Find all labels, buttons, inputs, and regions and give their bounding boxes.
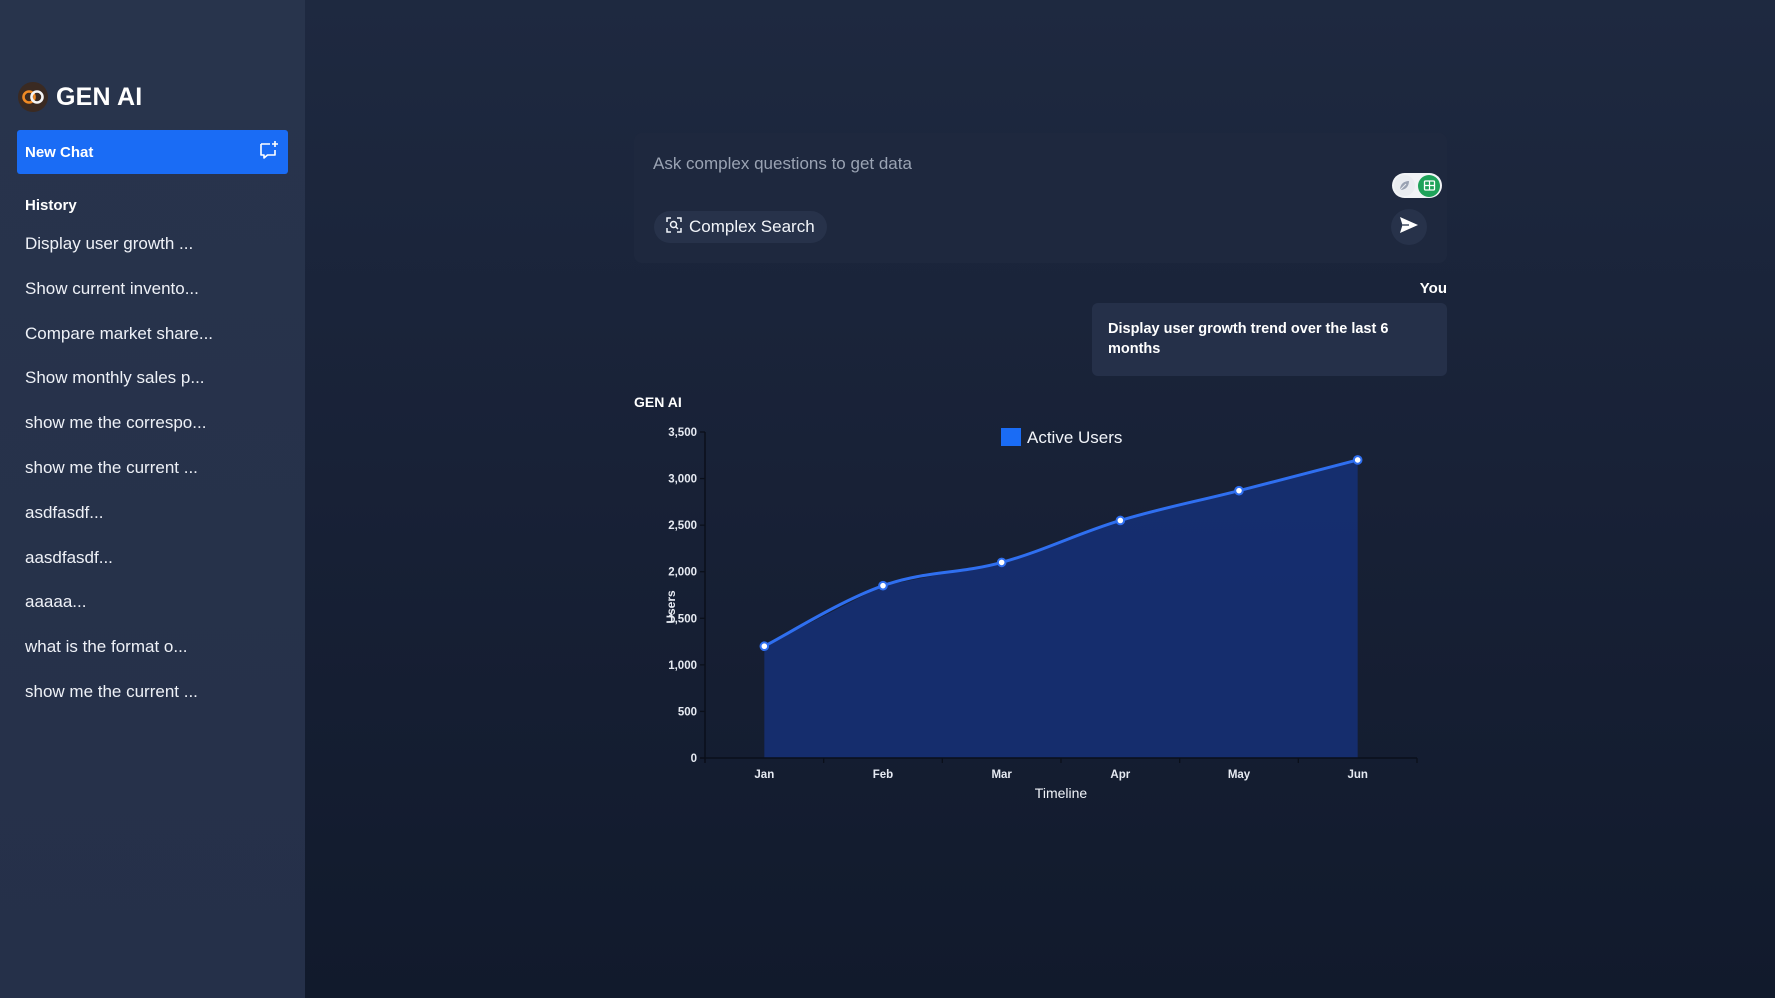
new-chat-icon [258, 139, 280, 166]
x-axis-title: Timeline [1035, 785, 1088, 801]
send-button[interactable] [1391, 209, 1427, 245]
history-item[interactable]: aasdfasdf... [25, 536, 213, 581]
y-tick-label: 0 [691, 753, 697, 765]
complex-search-button[interactable]: Complex Search [654, 211, 827, 243]
complex-search-icon [666, 216, 682, 238]
source-toggle[interactable] [1392, 173, 1442, 198]
y-tick-label: 3,500 [668, 427, 697, 439]
sheet-icon [1418, 174, 1440, 197]
history-item[interactable]: Display user growth ... [25, 222, 213, 267]
history-list: Display user growth ... Show current inv… [25, 222, 213, 715]
complex-search-label: Complex Search [689, 217, 815, 236]
x-tick-label: Feb [873, 769, 893, 781]
data-point [1115, 515, 1126, 526]
history-title: History [25, 197, 77, 214]
data-point [1352, 455, 1363, 465]
series-area [764, 459, 1358, 758]
brand: GEN AI [18, 82, 142, 112]
data-point [996, 557, 1007, 568]
history-item[interactable]: Compare market share... [25, 312, 213, 357]
history-item[interactable]: show me the current ... [25, 670, 213, 715]
history-item[interactable]: asdfasdf... [25, 491, 213, 536]
y-tick-label: 500 [678, 706, 697, 718]
x-tick-label: May [1228, 769, 1251, 781]
history-item[interactable]: Show current invento... [25, 267, 213, 312]
x-tick-label: Jun [1347, 769, 1367, 781]
user-message: Display user growth trend over the last … [1092, 303, 1447, 376]
app-window: GEN AI New Chat History Display user gro… [0, 0, 1775, 998]
history-item[interactable]: show me the current ... [25, 446, 213, 491]
user-label: You [1419, 280, 1447, 297]
legend-label: Active Users [1027, 428, 1122, 447]
y-tick-label: 3,000 [668, 474, 697, 486]
user-growth-chart: 05001,0001,5002,0002,5003,0003,500Jan Feb… [664, 427, 1418, 801]
data-point [759, 641, 770, 652]
new-chat-button[interactable]: New Chat [17, 130, 288, 174]
history-item[interactable]: aaaaa... [25, 580, 213, 625]
y-tick-label: 1,000 [668, 660, 697, 672]
x-tick-label: Mar [991, 769, 1012, 781]
query-panel: Complex Search [634, 133, 1447, 263]
query-input[interactable] [653, 151, 1253, 177]
data-point [878, 580, 888, 591]
new-chat-label: New Chat [25, 143, 94, 161]
legend-swatch [1001, 428, 1021, 446]
leaf-icon [1394, 175, 1415, 196]
history-item[interactable]: Show monthly sales p... [25, 356, 213, 401]
history-item[interactable]: show me the correspo... [25, 401, 213, 446]
assistant-label: GEN AI [634, 394, 682, 410]
x-tick-label: Jan [754, 769, 774, 781]
send-icon [1399, 216, 1419, 239]
data-point [1234, 485, 1244, 496]
sidebar: GEN AI New Chat History Display user gro… [0, 0, 305, 998]
y-axis-title: Users [664, 590, 678, 624]
logo-icon [18, 82, 48, 112]
x-tick-label: Apr [1110, 769, 1130, 781]
brand-name: GEN AI [56, 82, 143, 111]
history-item[interactable]: what is the format o... [25, 625, 213, 670]
y-tick-label: 2,000 [668, 567, 697, 579]
y-tick-label: 2,500 [668, 520, 697, 532]
